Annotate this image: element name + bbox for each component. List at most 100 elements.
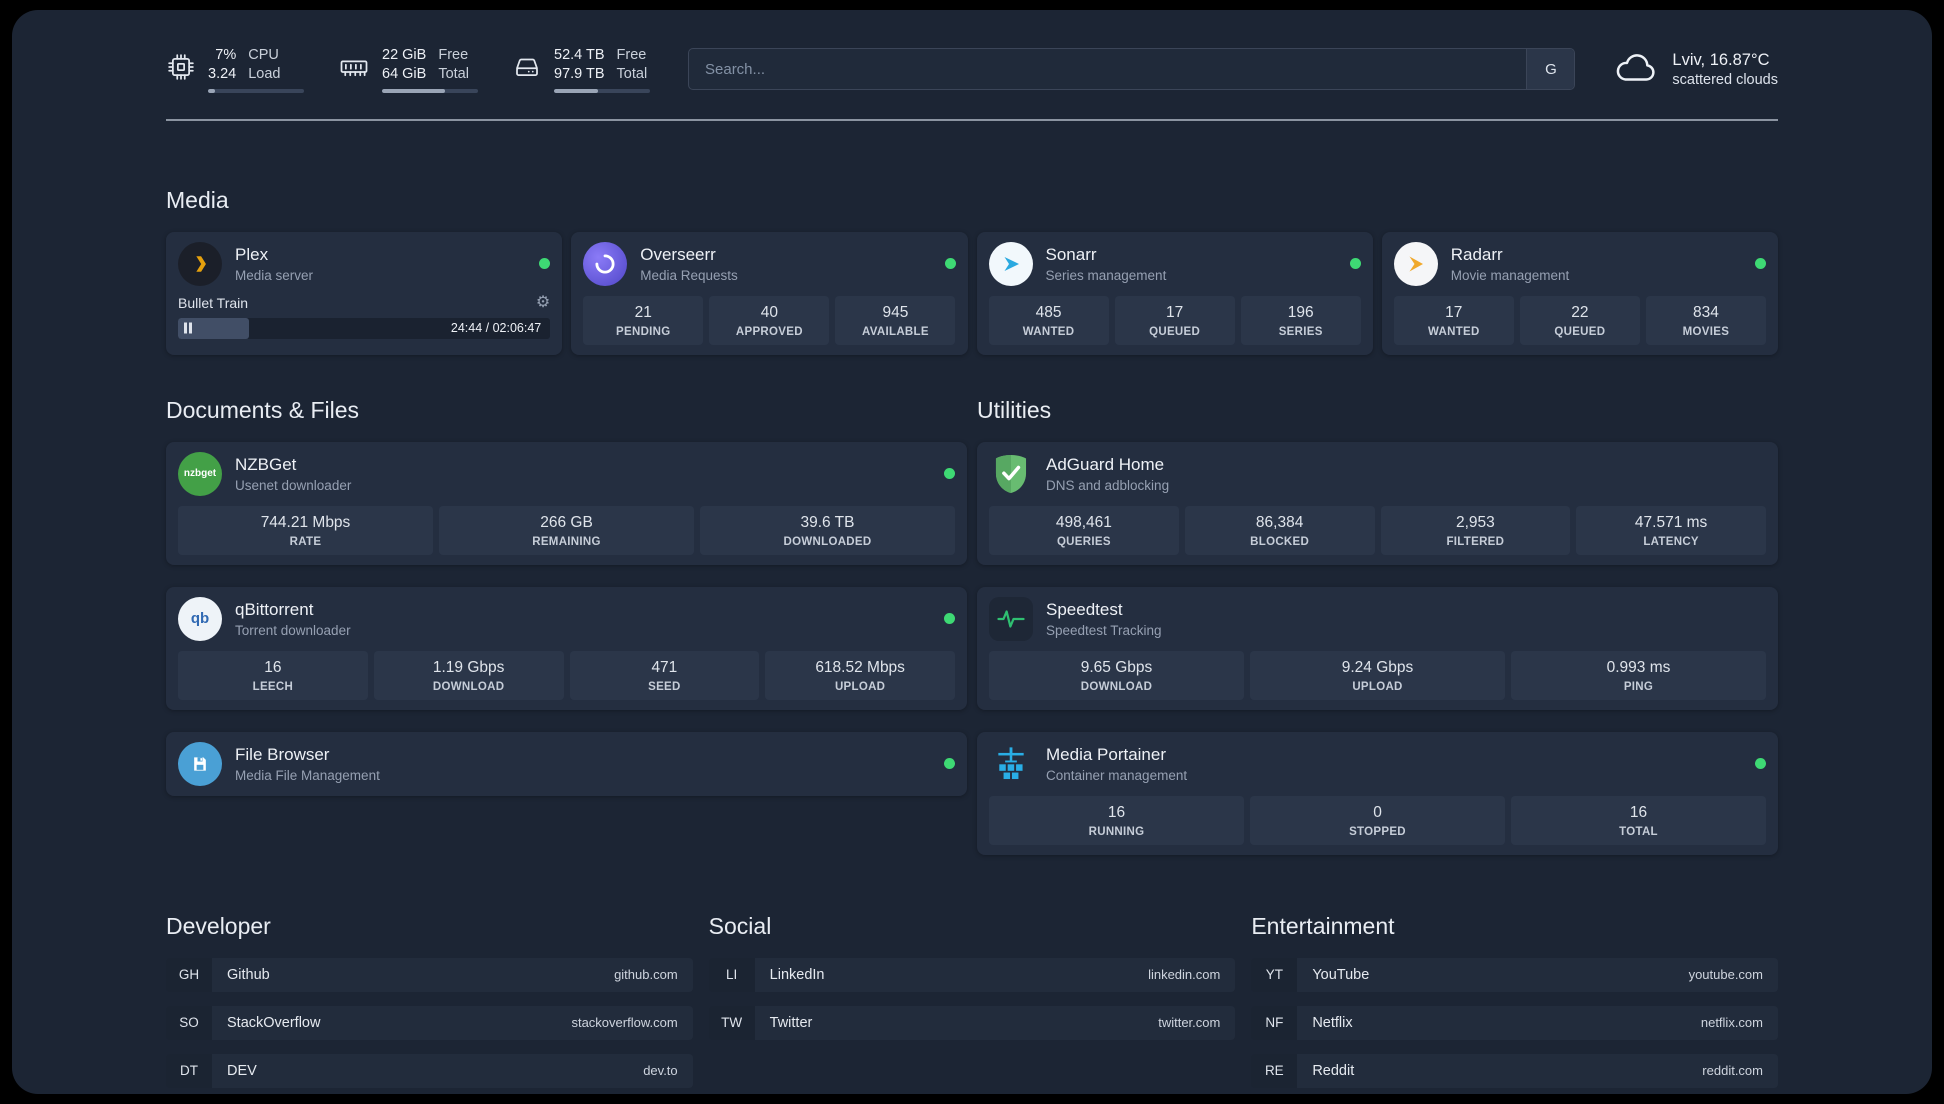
cpu-usage-bar [208,88,304,93]
ram-free-value: 22 GiB [382,47,427,63]
weather-widget: Lviv, 16.87°C scattered clouds [1613,49,1778,90]
section-title-social: Social [708,912,772,939]
bookmark-youtube[interactable]: YT YouTube youtube.com [1251,957,1778,992]
portainer-icon [989,742,1033,786]
stat-tile-queued: 17 QUEUED [1114,295,1235,345]
app-subtitle-adguard: DNS and adblocking [1046,477,1170,493]
bookmark-github[interactable]: GH Github github.com [166,957,693,992]
pause-button[interactable] [184,322,192,334]
playback-progress-bar[interactable]: 24:44 / 02:06:47 [178,317,551,339]
disk-total-value: 97.9 TB [554,65,605,82]
stat-tile-seed: 471 SEED [569,650,760,700]
disk-monitor-widget: 52.4 TB 97.9 TB Free Total [512,46,650,93]
stat-tile-upload: 618.52 Mbps UPLOAD [765,650,955,700]
bookmark-label: Netflix [1312,1014,1353,1031]
filebrowser-icon [178,741,222,786]
app-name-portainer: Media Portainer [1046,744,1167,764]
app-name-overseerr: Overseerr [640,244,716,264]
bookmark-stackoverflow[interactable]: SO StackOverflow stackoverflow.com [166,1005,693,1040]
stat-tile-download: 9.65 Gbps DOWNLOAD [989,650,1244,700]
stat-tile-wanted: 485 WANTED [988,295,1109,345]
status-dot-plex [539,258,551,270]
app-card-portainer[interactable]: Media Portainer Container management 16 … [977,731,1778,855]
app-name-nzbget: NZBGet [235,454,297,474]
app-card-qbittorrent[interactable]: qb qBittorrent Torrent downloader 16 LEE… [166,586,967,710]
stat-tile-leech: 16 LEECH [178,650,368,700]
cpu-load-label: Load [248,65,281,82]
bookmark-label: Twitter [769,1014,813,1031]
media-card-grid: Plex Media server Bullet Train ⚙ 24:44 /… [166,231,1778,355]
status-dot-qbittorrent [944,613,955,625]
section-title-media: Media [166,186,229,213]
app-card-nzbget[interactable]: nzbget NZBGet Usenet downloader 744.21 M… [166,441,967,565]
app-name-sonarr: Sonarr [1045,244,1097,264]
app-subtitle-radarr: Movie management [1450,267,1570,283]
bookmark-url: linkedin.com [1148,967,1221,983]
status-dot-filebrowser [944,758,955,770]
ram-monitor-widget: 22 GiB 64 GiB Free Total [338,46,478,93]
ram-total-label: Total [438,65,469,82]
app-subtitle-overseerr: Media Requests [640,267,738,283]
bookmark-dev-to[interactable]: DT DEV dev.to [166,1053,693,1088]
stat-tile-series: 196 SERIES [1240,295,1361,345]
search-engine-button[interactable]: G [1526,49,1575,90]
bookmark-label: DEV [227,1062,257,1079]
stat-tile-approved: 40 APPROVED [709,295,830,345]
cpu-label: CPU [248,47,279,63]
bookmark-label: YouTube [1312,966,1370,983]
status-dot-radarr [1755,258,1766,270]
stat-tile-movies: 834 MOVIES [1645,295,1766,345]
app-name-qbittorrent: qBittorrent [235,599,314,619]
app-card-plex[interactable]: Plex Media server Bullet Train ⚙ 24:44 /… [166,231,563,355]
youtube-icon: YT [1251,957,1298,992]
bookmark-netflix[interactable]: NF Netflix netflix.com [1251,1005,1778,1040]
reddit-icon: RE [1251,1053,1298,1088]
bookmark-url: stackoverflow.com [571,1015,678,1031]
settings-gear-icon[interactable]: ⚙ [536,294,550,311]
app-card-filebrowser[interactable]: File Browser Media File Management [166,731,967,796]
stat-tile-queries: 498,461 QUERIES [989,505,1179,555]
ram-total-value: 64 GiB [382,65,427,82]
app-subtitle-filebrowser: Media File Management [235,767,380,783]
cpu-monitor-widget: 7% 3.24 CPU Load [166,46,304,93]
radarr-icon [1393,241,1438,286]
bookmark-group-developer: Developer GH Github github.com SO StackO… [166,913,693,1088]
qbittorrent-icon: qb [178,596,222,641]
app-subtitle-plex: Media server [235,267,314,283]
bookmark-linkedin[interactable]: LI LinkedIn linkedin.com [708,957,1236,992]
cpu-usage-value: 7% [215,47,237,63]
bookmark-url: dev.to [643,1063,678,1079]
stat-tile-filtered: 2,953 FILTERED [1380,505,1571,555]
bookmark-twitter[interactable]: TW Twitter twitter.com [708,1005,1236,1040]
stat-tile-pending: 21 PENDING [583,295,704,345]
app-card-sonarr[interactable]: Sonarr Series management 485 WANTED 17 Q… [976,231,1373,355]
app-card-overseerr[interactable]: Overseerr Media Requests 21 PENDING 40 A… [571,231,968,355]
section-title-documents: Documents & Files [166,396,360,423]
bookmark-group-social: Social LI LinkedIn linkedin.com TW Twitt… [708,912,1236,1040]
disk-icon [512,52,542,87]
ram-free-label: Free [438,47,469,63]
search-input[interactable] [689,49,1527,90]
ram-usage-bar [382,88,478,93]
app-subtitle-qbittorrent: Torrent downloader [235,622,351,638]
app-card-radarr[interactable]: Radarr Movie management 17 WANTED 22 QUE… [1381,231,1778,355]
bookmark-label: LinkedIn [769,966,825,983]
stat-tile-wanted: 17 WANTED [1393,295,1514,345]
dev-to-icon: DT [166,1053,212,1088]
bookmark-label: Reddit [1312,1062,1355,1079]
adguard-icon [989,452,1033,496]
app-card-speedtest[interactable]: Speedtest Speedtest Tracking 9.65 Gbps D… [977,586,1778,710]
app-card-adguard[interactable]: AdGuard Home DNS and adblocking 498,461 … [977,441,1778,565]
stat-tile-available: 945 AVAILABLE [835,295,956,345]
status-dot-portainer [1755,758,1766,770]
stat-tile-rate: 744.21 Mbps RATE [178,505,433,555]
app-name-speedtest: Speedtest [1046,599,1123,619]
bookmark-url: twitter.com [1158,1015,1221,1031]
nzbget-icon: nzbget [178,451,222,496]
disk-free-value: 52.4 TB [554,47,605,63]
bookmark-reddit[interactable]: RE Reddit reddit.com [1251,1053,1778,1088]
stat-tile-download: 1.19 Gbps DOWNLOAD [373,650,564,700]
dashboard-window: 7% 3.24 CPU Load 22 GiB 64 GiB Free Tota… [12,10,1932,1094]
github-icon: GH [166,957,212,992]
pause-icon [184,322,192,334]
